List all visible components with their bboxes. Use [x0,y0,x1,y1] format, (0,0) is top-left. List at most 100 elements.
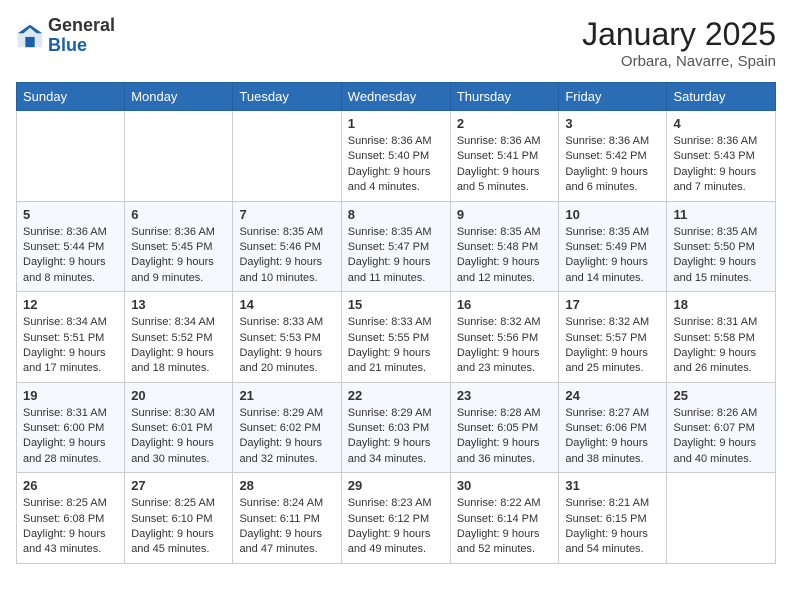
cell-line: Sunrise: 8:36 AM [565,134,660,149]
day-number: 7 [239,207,334,222]
cell-content: Sunrise: 8:23 AMSunset: 6:12 PMDaylight:… [348,496,444,558]
cell-content: Sunrise: 8:34 AMSunset: 5:51 PMDaylight:… [23,315,118,377]
day-number: 18 [673,297,769,312]
day-number: 5 [23,207,118,222]
cell-line: Sunrise: 8:30 AM [131,406,226,421]
day-number: 10 [565,207,660,222]
calendar-cell: 27Sunrise: 8:25 AMSunset: 6:10 PMDayligh… [125,473,233,564]
cell-line: Sunset: 5:42 PM [565,149,660,164]
logo: General Blue [16,16,115,56]
cell-content: Sunrise: 8:24 AMSunset: 6:11 PMDaylight:… [239,496,334,558]
cell-line: Daylight: 9 hours [457,255,553,270]
cell-line: Daylight: 9 hours [457,436,553,451]
calendar-cell: 26 Sunrise: 8:25 AMSunset: 6:08 PMDayligh… [17,473,125,564]
cell-line: and 15 minutes. [673,271,769,286]
cell-line: and 54 minutes. [565,542,660,557]
cell-line: Daylight: 9 hours [348,436,444,451]
cell-line: and 21 minutes. [348,361,444,376]
calendar-cell: 10Sunrise: 8:35 AMSunset: 5:49 PMDayligh… [559,201,667,292]
cell-line: Daylight: 9 hours [457,527,553,542]
cell-line: and 43 minutes. [23,542,118,557]
calendar-cell: 23Sunrise: 8:28 AMSunset: 6:05 PMDayligh… [450,382,559,473]
cell-line: Daylight: 9 hours [565,165,660,180]
cell-content: Sunrise: 8:35 AMSunset: 5:46 PMDaylight:… [239,225,334,287]
cell-line: Sunset: 6:08 PM [23,512,118,527]
calendar-cell: 28Sunrise: 8:24 AMSunset: 6:11 PMDayligh… [233,473,341,564]
calendar-col-sunday: Sunday [17,83,125,111]
calendar-cell: 9Sunrise: 8:35 AMSunset: 5:48 PMDaylight… [450,201,559,292]
calendar-cell: 1Sunrise: 8:36 AMSunset: 5:40 PMDaylight… [341,111,450,202]
cell-content: Sunrise: 8:35 AMSunset: 5:47 PMDaylight:… [348,225,444,287]
cell-line: Daylight: 9 hours [239,346,334,361]
calendar-cell [233,111,341,202]
cell-line: Sunrise: 8:27 AM [565,406,660,421]
cell-line: Sunset: 5:53 PM [239,331,334,346]
logo-blue: Blue [48,35,87,55]
cell-content: Sunrise: 8:28 AMSunset: 6:05 PMDaylight:… [457,406,553,468]
day-number: 14 [239,297,334,312]
cell-line: and 17 minutes. [23,361,118,376]
cell-line: Sunrise: 8:33 AM [239,315,334,330]
cell-line: Sunset: 5:52 PM [131,331,226,346]
calendar-cell [125,111,233,202]
calendar-cell: 2Sunrise: 8:36 AMSunset: 5:41 PMDaylight… [450,111,559,202]
cell-line: Daylight: 9 hours [673,255,769,270]
cell-content: Sunrise: 8:36 AMSunset: 5:41 PMDaylight:… [457,134,553,196]
cell-content: Sunrise: 8:32 AMSunset: 5:57 PMDaylight:… [565,315,660,377]
cell-content: Sunrise: 8:32 AMSunset: 5:56 PMDaylight:… [457,315,553,377]
cell-line: Daylight: 9 hours [239,436,334,451]
cell-line: and 52 minutes. [457,542,553,557]
cell-line: Sunrise: 8:36 AM [131,225,226,240]
cell-line: Sunset: 5:58 PM [673,331,769,346]
calendar-cell: 16 Sunrise: 8:32 AMSunset: 5:56 PMDayligh… [450,292,559,383]
cell-line: and 25 minutes. [565,361,660,376]
cell-line: and 30 minutes. [131,452,226,467]
cell-line: and 11 minutes. [348,271,444,286]
calendar-cell [667,473,776,564]
cell-line: Sunrise: 8:33 AM [348,315,444,330]
calendar-header-row: SundayMondayTuesdayWednesdayThursdayFrid… [17,83,776,111]
cell-line: Daylight: 9 hours [131,346,226,361]
cell-line: Sunrise: 8:35 AM [239,225,334,240]
cell-line: Sunset: 5:57 PM [565,331,660,346]
cell-line: Sunset: 6:01 PM [131,421,226,436]
calendar-week-1: 1Sunrise: 8:36 AMSunset: 5:40 PMDaylight… [17,111,776,202]
cell-line: Sunrise: 8:36 AM [673,134,769,149]
calendar-col-thursday: Thursday [450,83,559,111]
cell-line: Sunset: 6:10 PM [131,512,226,527]
calendar-cell: 11Sunrise: 8:35 AMSunset: 5:50 PMDayligh… [667,201,776,292]
day-number: 13 [131,297,226,312]
cell-line: Daylight: 9 hours [457,346,553,361]
cell-line: Sunrise: 8:23 AM [348,496,444,511]
cell-content: Sunrise: 8:29 AMSunset: 6:03 PMDaylight:… [348,406,444,468]
cell-line: Sunset: 6:15 PM [565,512,660,527]
day-number: 31 [565,478,660,493]
cell-content: Sunrise: 8:35 AMSunset: 5:50 PMDaylight:… [673,225,769,287]
cell-content: Sunrise: 8:22 AMSunset: 6:14 PMDaylight:… [457,496,553,558]
day-number: 16 [457,297,553,312]
cell-line: Daylight: 9 hours [239,527,334,542]
cell-content: Sunrise: 8:36 AMSunset: 5:42 PMDaylight:… [565,134,660,196]
calendar-cell: 20Sunrise: 8:30 AMSunset: 6:01 PMDayligh… [125,382,233,473]
day-number: 26 [23,478,118,493]
cell-line: and 10 minutes. [239,271,334,286]
calendar-cell: 19Sunrise: 8:31 AMSunset: 6:00 PMDayligh… [17,382,125,473]
day-number: 30 [457,478,553,493]
cell-line: and 36 minutes. [457,452,553,467]
cell-content: Sunrise: 8:25 AMSunset: 6:10 PMDaylight:… [131,496,226,558]
cell-line: Sunset: 5:47 PM [348,240,444,255]
cell-line: Sunset: 6:14 PM [457,512,553,527]
calendar-cell: 15Sunrise: 8:33 AMSunset: 5:55 PMDayligh… [341,292,450,383]
cell-line: Sunrise: 8:25 AM [23,496,118,511]
logo-general: General [48,15,115,35]
cell-content: Sunrise: 8:30 AMSunset: 6:01 PMDaylight:… [131,406,226,468]
cell-content: Sunrise: 8:25 AMSunset: 6:08 PMDaylight:… [23,496,118,558]
calendar-cell [17,111,125,202]
month-title: January 2025 [582,16,776,53]
cell-content: Sunrise: 8:33 AMSunset: 5:55 PMDaylight:… [348,315,444,377]
page-header: General Blue January 2025 Orbara, Navarr… [16,16,776,70]
cell-line: Daylight: 9 hours [565,527,660,542]
cell-content: Sunrise: 8:21 AMSunset: 6:15 PMDaylight:… [565,496,660,558]
day-number: 3 [565,116,660,131]
day-number: 6 [131,207,226,222]
